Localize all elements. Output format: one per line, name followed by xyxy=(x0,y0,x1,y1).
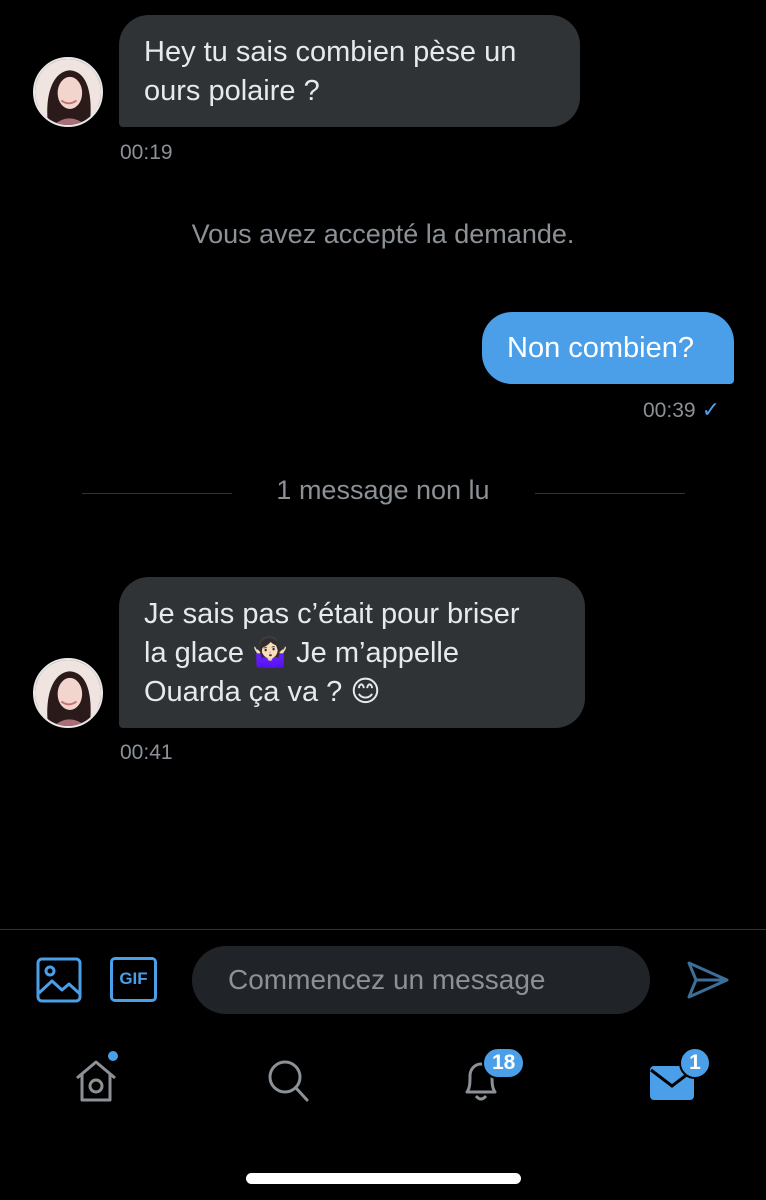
unread-divider-label: 1 message non lu xyxy=(276,475,490,505)
messages-badge: 1 xyxy=(679,1047,711,1079)
nav-home[interactable] xyxy=(72,1051,120,1104)
message-timestamp: 00:19 xyxy=(120,141,173,164)
home-indicator[interactable] xyxy=(246,1173,521,1184)
gif-button[interactable]: GIF xyxy=(110,957,157,1002)
sender-avatar[interactable] xyxy=(33,57,103,127)
message-text-line: la glace 🤷🏻‍♀️ Je m’appelle xyxy=(144,637,459,669)
nav-notifications[interactable]: 18 xyxy=(458,1047,526,1104)
message-bubble[interactable]: Je sais pas c’était pour briser la glace… xyxy=(119,577,585,728)
search-icon xyxy=(268,1060,309,1102)
timestamp-text: 00:39 xyxy=(643,399,696,422)
home-icon xyxy=(76,1060,116,1102)
image-icon[interactable] xyxy=(36,957,82,1003)
notifications-badge: 18 xyxy=(482,1047,526,1079)
send-icon[interactable] xyxy=(686,958,730,1002)
message-timestamp: 00:39 ✓ xyxy=(643,397,720,423)
message-text: Non combien? xyxy=(507,332,694,364)
message-text-line: Hey tu sais combien pèse un xyxy=(144,36,517,68)
gif-label: GIF xyxy=(119,969,148,988)
divider-line-right xyxy=(535,493,685,494)
composer-divider xyxy=(0,929,766,930)
nav-search[interactable] xyxy=(266,1058,310,1104)
message-timestamp: 00:41 xyxy=(120,741,173,764)
sender-avatar[interactable] xyxy=(33,658,103,728)
message-input-container[interactable] xyxy=(192,946,650,1014)
message-bubble[interactable]: Hey tu sais combien pèse un ours polaire… xyxy=(119,15,580,127)
message-text-line: Je sais pas c’était pour briser xyxy=(144,598,520,630)
avatar-image xyxy=(35,59,101,125)
home-notification-dot xyxy=(108,1051,118,1061)
avatar-image xyxy=(35,660,101,726)
message-text-line: Ouarda ça va ? 😊 xyxy=(144,676,381,708)
message-bubble-outgoing[interactable]: Non combien? xyxy=(482,312,734,384)
message-input[interactable] xyxy=(192,946,650,1014)
message-text-line: ours polaire ? xyxy=(144,75,320,107)
system-message: Vous avez accepté la demande. xyxy=(191,219,575,249)
check-icon: ✓ xyxy=(701,397,720,422)
nav-messages[interactable]: 1 xyxy=(649,1047,711,1102)
